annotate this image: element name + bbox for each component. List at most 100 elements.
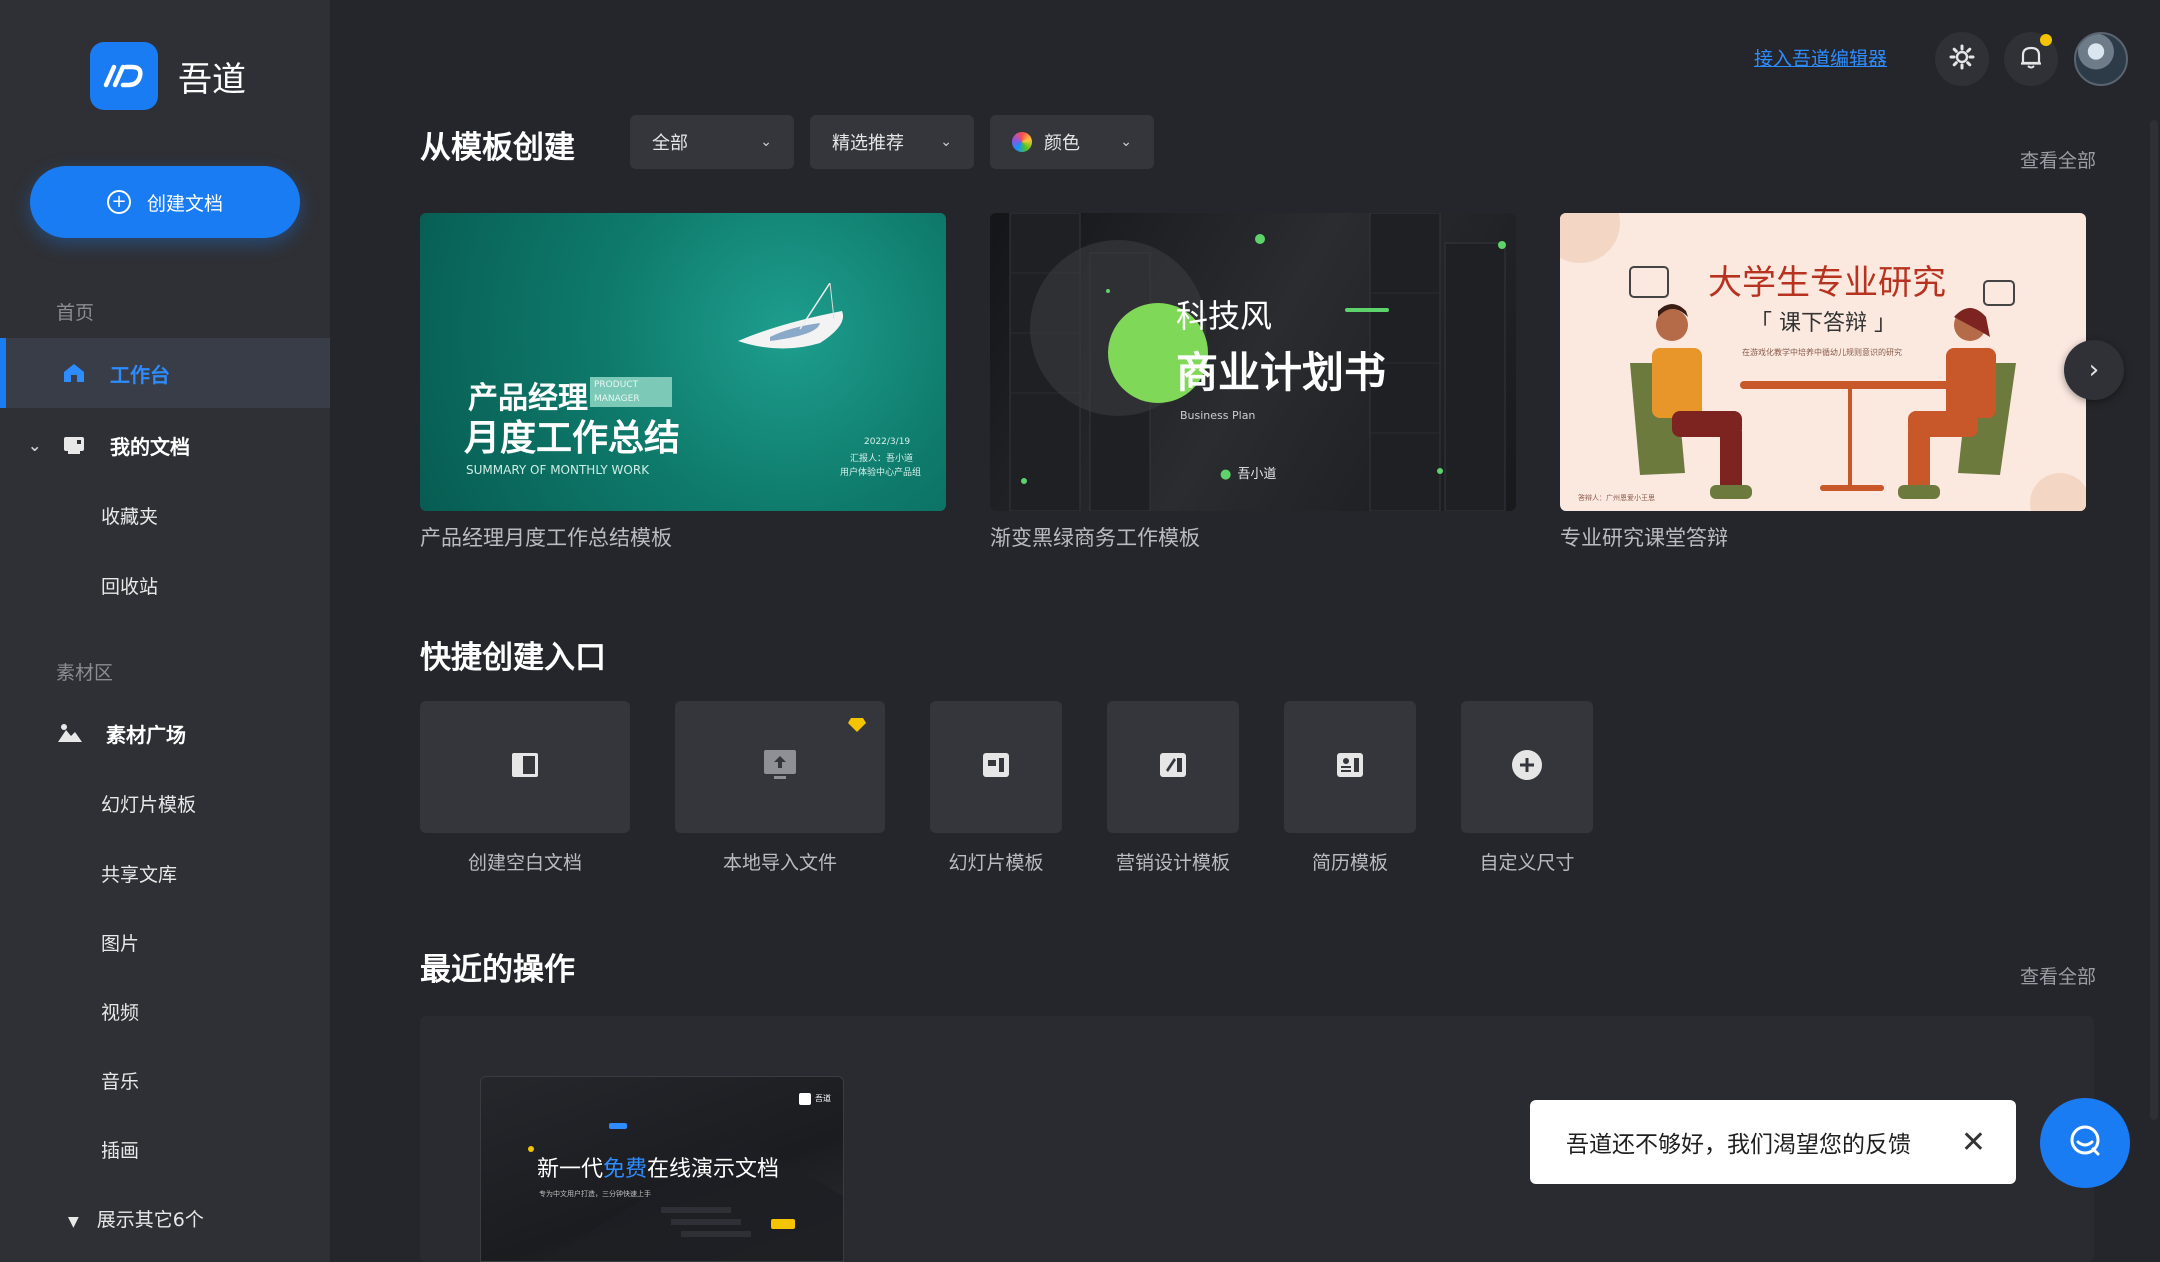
sidebar-item-images[interactable]: 图片 <box>101 929 139 956</box>
avatar[interactable] <box>2074 32 2128 86</box>
quick-caption: 简历模板 <box>1311 852 1388 874</box>
slides-icon <box>979 748 1013 786</box>
templates-title: 从模板创建 <box>420 130 575 166</box>
folder-icon <box>60 431 88 459</box>
resume-icon <box>1333 748 1367 786</box>
template-title-line1: 科技风 <box>1176 297 1273 335</box>
chevron-down-icon: ⌄ <box>940 134 952 150</box>
quick-caption: 本地导入文件 <box>722 852 837 874</box>
brand[interactable]: 吾道 <box>90 42 246 110</box>
color-wheel-icon <box>1012 132 1032 152</box>
marketing-template-button[interactable] <box>1107 701 1239 833</box>
chevron-down-icon[interactable]: ⌄ <box>28 436 41 455</box>
chevron-right-icon: › <box>2088 355 2100 385</box>
feedback-text: 吾道还不够好，我们渴望您的反馈 <box>1566 1132 1911 1158</box>
sidebar-item-recycle[interactable]: 回收站 <box>101 572 158 599</box>
upload-monitor-icon <box>762 748 798 786</box>
chat-button[interactable] <box>2040 1098 2130 1188</box>
settings-button[interactable] <box>1935 32 1989 86</box>
filter-label: 颜色 <box>1044 133 1080 154</box>
create-blank-doc-button[interactable] <box>420 701 630 833</box>
marketing-design-icon <box>1156 748 1190 786</box>
chevron-down-icon: ⌄ <box>1120 134 1132 150</box>
notifications-button[interactable] <box>2004 32 2058 86</box>
user-icon: ● <box>1220 467 1232 482</box>
template-author-name: 吾小道 <box>1237 467 1277 482</box>
quick-caption: 幻灯片模板 <box>948 852 1044 874</box>
slide-template-button[interactable] <box>930 701 1062 833</box>
plus-circle-icon <box>1510 748 1544 786</box>
mountain-icon <box>56 719 84 747</box>
sidebar-item-illustrations[interactable]: 插画 <box>101 1136 139 1163</box>
recent-headline-c: 在线演示文档 <box>647 1157 780 1182</box>
template-title-line2: 商业计划书 <box>1176 348 1387 397</box>
caret-down-icon: ▼ <box>68 1214 79 1230</box>
create-document-label: 创建文档 <box>146 192 223 215</box>
template-title-line2: 「 课下答辩 」 <box>1750 311 1896 336</box>
sidebar: 吾道 + 创建文档 首页 工作台 ⌄ 我的文档 收藏夹 回收站 素材区 素材广场… <box>0 0 330 1262</box>
recent-view-all-link[interactable]: 查看全部 <box>2020 962 2096 989</box>
feedback-toast: 吾道还不够好，我们渴望您的反馈 ✕ <box>1530 1100 2016 1184</box>
sidebar-item-label: 我的文档 <box>110 434 190 459</box>
template-caption[interactable]: 渐变黑绿商务工作模板 <box>990 522 1200 552</box>
show-more-label: 展示其它6个 <box>96 1209 204 1231</box>
sidebar-item-videos[interactable]: 视频 <box>101 998 139 1025</box>
template-dept: 用户体验中心产品组 <box>840 468 922 478</box>
recent-card-brand: 吾道 <box>815 1094 831 1103</box>
template-title-line2: 月度工作总结 <box>464 418 681 459</box>
template-card-product-manager[interactable]: 产品经理 PRODUCT MANAGER 月度工作总结 SUMMARY OF M… <box>420 213 946 511</box>
resume-template-button[interactable] <box>1284 701 1416 833</box>
recent-headline-b: 免费 <box>603 1157 648 1182</box>
sidebar-item-workbench[interactable]: 工作台 <box>0 338 330 408</box>
sidebar-item-music[interactable]: 音乐 <box>101 1067 139 1094</box>
sidebar-item-favorites[interactable]: 收藏夹 <box>101 502 158 529</box>
blank-doc-icon <box>508 748 542 786</box>
create-document-button[interactable]: + 创建文档 <box>30 166 300 238</box>
show-more-toggle[interactable]: ▼ 展示其它6个 <box>68 1205 204 1232</box>
sidebar-item-slide-templates[interactable]: 幻灯片模板 <box>101 790 196 817</box>
sailboat-image <box>738 283 844 349</box>
section-home-label: 首页 <box>56 302 95 324</box>
recent-title: 最近的操作 <box>420 952 575 988</box>
template-title-line1: 大学生专业研究 <box>1708 263 1946 303</box>
home-icon <box>60 359 88 387</box>
quick-caption: 创建空白文档 <box>467 852 582 874</box>
template-caption[interactable]: 产品经理月度工作总结模板 <box>420 522 672 552</box>
template-card-business-plan[interactable]: 科技风 商业计划书 Business Plan ● 吾小道 <box>990 213 1516 511</box>
recent-headline-a: 新一代 <box>537 1157 604 1182</box>
template-subtitle: SUMMARY OF MONTHLY WORK <box>466 463 650 477</box>
quick-caption: 营销设计模板 <box>1115 852 1230 874</box>
premium-diamond-icon <box>847 717 867 737</box>
filter-featured-dropdown[interactable]: 精选推荐 ⌄ <box>810 115 974 169</box>
filter-all-dropdown[interactable]: 全部 ⌄ <box>630 115 794 169</box>
chevron-down-icon: ⌄ <box>760 134 772 150</box>
logo-icon <box>90 42 158 110</box>
template-reporter: 汇报人：吾小道 <box>850 454 914 464</box>
template-caption[interactable]: 专业研究课堂答辩 <box>1560 522 1728 552</box>
recent-document-card[interactable]: 新一代免费在线演示文档 专为中文用户打造，三分钟快速上手 吾道 <box>480 1076 844 1262</box>
sidebar-item-label: 工作台 <box>110 362 170 387</box>
filter-label: 全部 <box>652 133 688 154</box>
template-subtitle: 在游戏化教学中培养中循幼儿规则意识的研究 <box>1742 348 1902 357</box>
custom-size-button[interactable] <box>1461 701 1593 833</box>
integrate-editor-link[interactable]: 接入吾道编辑器 <box>1754 44 1887 71</box>
templates-view-all-link[interactable]: 查看全部 <box>2020 146 2096 173</box>
carousel-next-button[interactable]: › <box>2064 340 2124 400</box>
scrollbar[interactable] <box>2150 120 2158 1120</box>
template-card-research-defense[interactable]: 大学生专业研究 「 课下答辩 」 在游戏化教学中培养中循幼儿规则意识的研究 答辩… <box>1560 213 2086 511</box>
template-author: ● 吾小道 <box>1220 463 1276 482</box>
bell-icon <box>2019 44 2043 74</box>
template-date: 2022/3/19 <box>864 437 911 447</box>
sidebar-item-my-docs[interactable]: ⌄ 我的文档 <box>0 410 330 480</box>
sidebar-item-label: 素材广场 <box>106 722 186 747</box>
notification-dot <box>2040 34 2052 46</box>
chat-bubble-icon <box>2067 1123 2103 1163</box>
sidebar-item-shared-library[interactable]: 共享文库 <box>101 860 177 887</box>
template-tag: PRODUCT MANAGER <box>590 377 672 407</box>
import-local-file-button[interactable] <box>675 701 885 833</box>
sidebar-item-material-square[interactable]: 素材广场 <box>0 698 330 768</box>
close-icon[interactable]: ✕ <box>1961 1125 1986 1160</box>
gear-icon <box>1949 44 1975 74</box>
filter-color-dropdown[interactable]: 颜色 ⌄ <box>990 115 1154 169</box>
recent-card-subtitle: 专为中文用户打造，三分钟快速上手 <box>539 1190 651 1198</box>
